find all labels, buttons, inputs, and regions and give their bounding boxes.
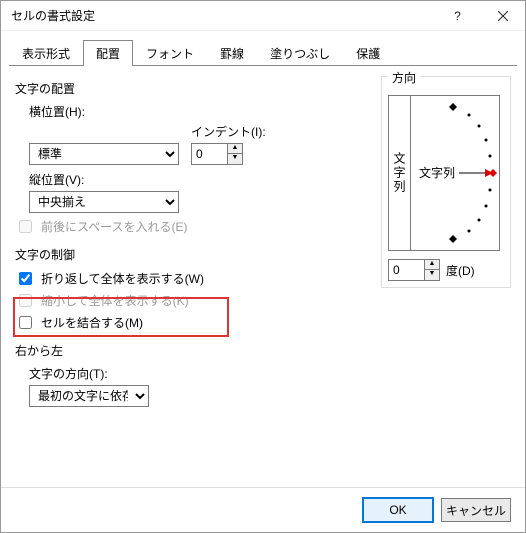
tab-alignment[interactable]: 配置 <box>83 40 133 66</box>
dialog-footer: OK キャンセル <box>1 487 525 532</box>
left-column: 文字の配置 横位置(H): 標準 インデント(I): ▲▼ <box>15 76 369 411</box>
indent-label: インデント(I): <box>191 123 266 140</box>
tab-fill[interactable]: 塗りつぶし <box>257 40 343 66</box>
indent-up-icon[interactable]: ▲ <box>228 144 242 154</box>
tab-border[interactable]: 罫線 <box>207 40 257 66</box>
text-direction-select[interactable]: 最初の文字に依存 <box>29 385 149 407</box>
orientation-vertical-text[interactable]: 文字列 <box>389 96 411 250</box>
degrees-down-icon[interactable]: ▼ <box>425 270 439 280</box>
wrap-label: 折り返して全体を表示する(W) <box>41 270 204 287</box>
shrink-label: 縮小して全体を表示する(K) <box>41 292 189 309</box>
ok-button[interactable]: OK <box>363 498 433 522</box>
vertical-select[interactable]: 中央揃え <box>29 191 179 213</box>
tab-font[interactable]: フォント <box>133 40 207 66</box>
text-control-section-label: 文字の制御 <box>15 246 369 263</box>
orientation-dial-icon: 文字列 <box>411 96 499 250</box>
orientation-dial[interactable]: 文字列 文字列 <box>388 95 500 251</box>
right-column: 方向 文字列 文字列 <box>369 76 511 411</box>
merge-row[interactable]: セルを結合する(M) <box>15 313 369 332</box>
close-button[interactable] <box>480 1 525 31</box>
horizontal-select[interactable]: 標準 <box>29 143 179 165</box>
indent-input[interactable] <box>191 143 227 165</box>
degrees-up-icon[interactable]: ▲ <box>425 260 439 270</box>
cancel-button[interactable]: キャンセル <box>441 498 511 522</box>
tab-display-format[interactable]: 表示形式 <box>9 40 83 66</box>
degrees-input[interactable] <box>388 259 424 281</box>
shrink-row: 縮小して全体を表示する(K) <box>15 291 369 310</box>
degrees-label: 度(D) <box>446 262 475 279</box>
tab-strip: 表示形式 配置 フォント 罫線 塗りつぶし 保護 <box>1 31 525 65</box>
wrap-row[interactable]: 折り返して全体を表示する(W) <box>15 269 369 288</box>
tab-content: 文字の配置 横位置(H): 標準 インデント(I): ▲▼ <box>1 66 525 487</box>
orientation-dial-area[interactable]: 文字列 <box>411 96 499 250</box>
justify-distributed-label: 前後にスペースを入れる(E) <box>41 218 188 235</box>
merge-checkbox[interactable] <box>19 316 32 329</box>
text-direction-label: 文字の方向(T): <box>29 365 369 382</box>
merge-label: セルを結合する(M) <box>41 314 143 331</box>
orientation-group: 方向 文字列 文字列 <box>381 76 511 288</box>
orientation-section-label: 方向 <box>388 69 420 86</box>
justify-distributed-checkbox <box>19 220 32 233</box>
close-icon <box>498 11 508 21</box>
help-button[interactable]: ? <box>435 1 480 31</box>
svg-text:文字列: 文字列 <box>419 165 455 180</box>
vertical-label: 縦位置(V): <box>29 171 369 188</box>
justify-distributed-row: 前後にスペースを入れる(E) <box>15 217 369 236</box>
indent-spinner[interactable]: ▲▼ <box>191 143 243 165</box>
alignment-section-label: 文字の配置 <box>15 80 369 97</box>
window-title: セルの書式設定 <box>11 7 435 24</box>
dialog-window: セルの書式設定 ? 表示形式 配置 フォント 罫線 塗りつぶし 保護 文字の配置… <box>0 0 526 533</box>
rtl-section-label: 右から左 <box>15 342 369 359</box>
degrees-spinner[interactable]: ▲▼ <box>388 259 440 281</box>
shrink-checkbox <box>19 294 32 307</box>
titlebar: セルの書式設定 ? <box>1 1 525 31</box>
wrap-checkbox[interactable] <box>19 272 32 285</box>
tab-protection[interactable]: 保護 <box>343 40 393 66</box>
indent-down-icon[interactable]: ▼ <box>228 154 242 164</box>
horizontal-label: 横位置(H): <box>29 103 369 120</box>
